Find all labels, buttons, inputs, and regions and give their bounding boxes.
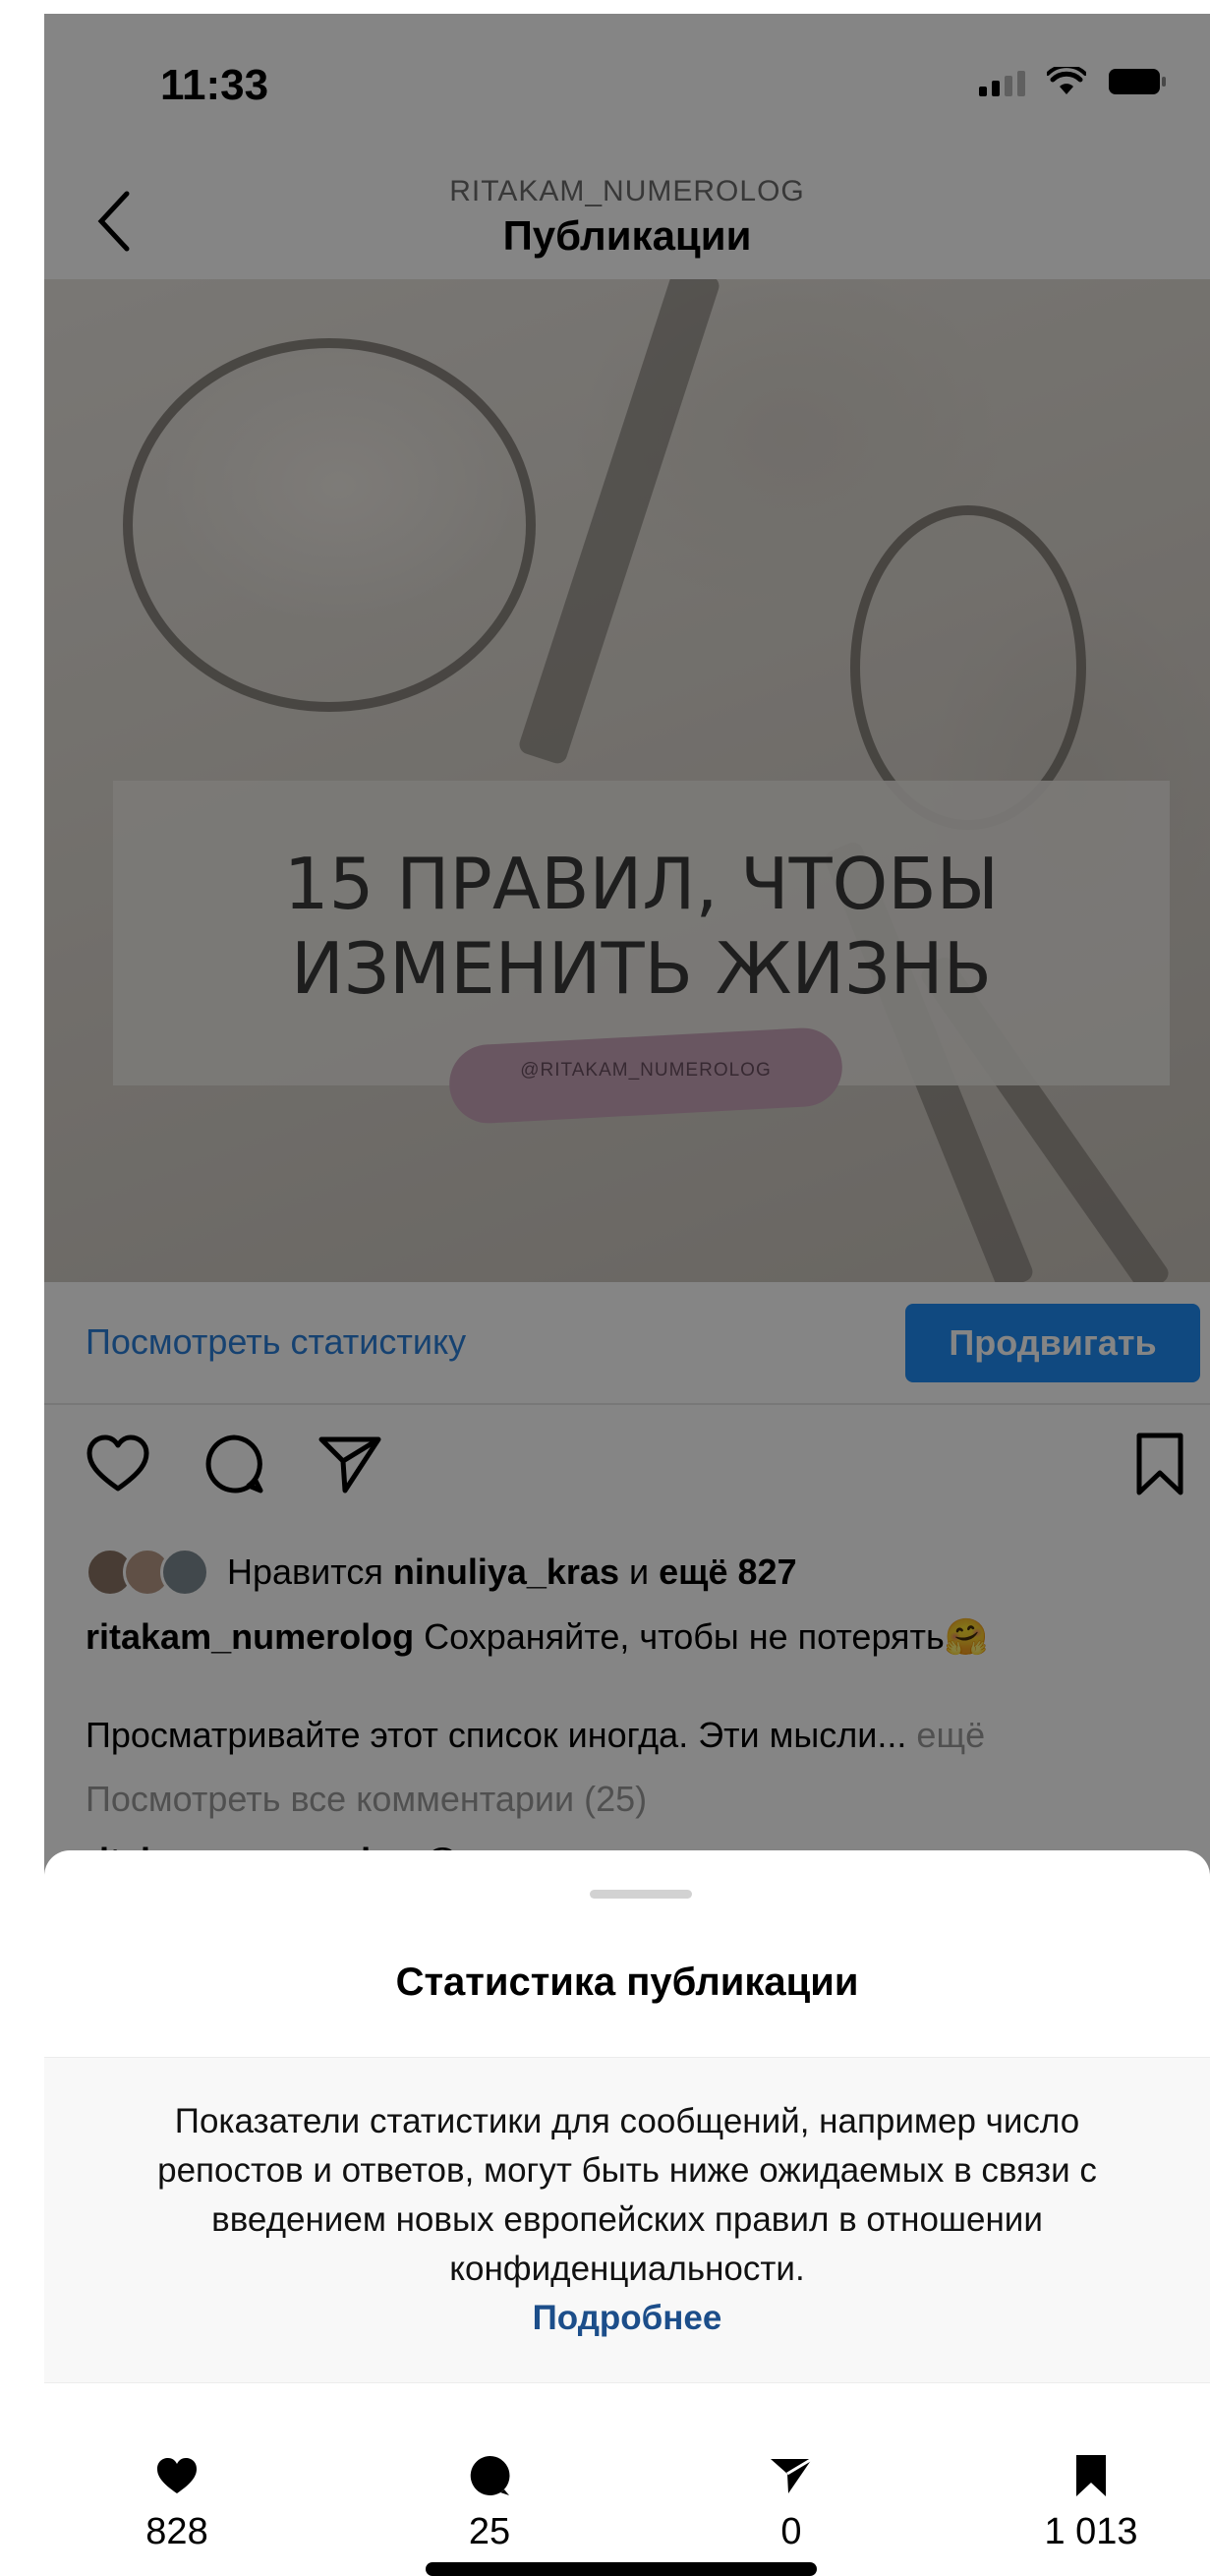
learn-more-link[interactable]: Подробнее — [133, 2294, 1122, 2343]
metric-saves: 1 013 — [993, 2448, 1189, 2553]
metrics-row: 828 25 0 1 013 — [44, 2448, 1210, 2576]
metric-comments: 25 — [391, 2448, 588, 2553]
metric-likes-value: 828 — [145, 2511, 208, 2552]
comment-icon — [470, 2455, 510, 2495]
home-indicator[interactable] — [426, 2562, 817, 2576]
metric-comments-value: 25 — [468, 2511, 511, 2552]
insights-bottom-sheet: Статистика публикации Показатели статист… — [44, 1850, 1210, 2576]
bookmark-icon — [1076, 2455, 1106, 2496]
share-icon — [771, 2457, 813, 2493]
phone-screen: 11:33 RITAKAM_NUMEROLOG Публикации 15 ПР… — [44, 14, 1210, 2576]
metric-shares-value: 0 — [780, 2511, 802, 2552]
notice-text-block: Показатели статистики для сообщений, нап… — [133, 2097, 1122, 2343]
notice-text: Показатели статистики для сообщений, нап… — [157, 2102, 1097, 2288]
insights-notice: Показатели статистики для сообщений, нап… — [44, 2057, 1210, 2383]
sheet-title: Статистика публикации — [395, 1961, 859, 2004]
metric-shares: 0 — [693, 2448, 890, 2553]
heart-icon — [157, 2458, 197, 2493]
metric-likes: 828 — [79, 2448, 275, 2553]
sheet-drag-handle[interactable] — [590, 1890, 692, 1899]
metric-saves-value: 1 013 — [1044, 2511, 1138, 2552]
